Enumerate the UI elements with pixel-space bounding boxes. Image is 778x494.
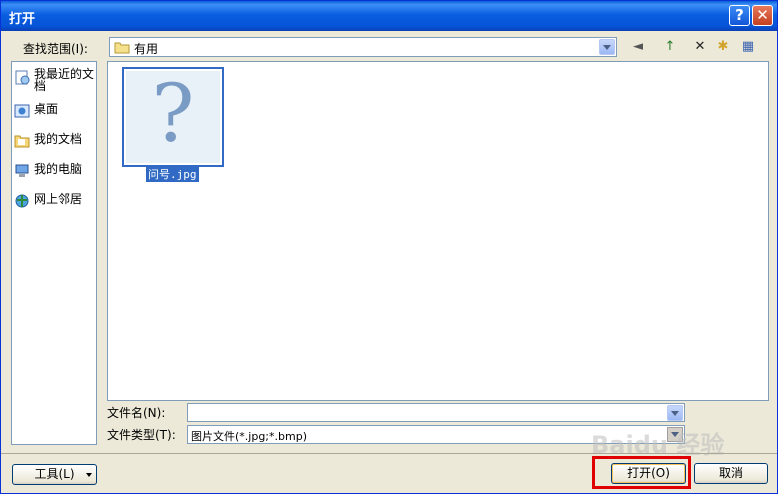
filetype-value: 图片文件(*.jpg;*.bmp) [191, 430, 307, 443]
divider [1, 453, 777, 454]
image-preview: ? [126, 67, 220, 163]
place-label: 网上邻居 [34, 192, 83, 206]
baidu-watermark: Baidu 经验 [591, 431, 725, 459]
question-mark-image: ? [151, 67, 195, 160]
filename-label: 文件名(N): [107, 406, 166, 420]
filename-input[interactable] [187, 403, 685, 422]
open-button[interactable]: 打开(O) [611, 463, 686, 484]
look-in-combo[interactable]: 有用 [109, 37, 617, 57]
up-folder-icon[interactable]: ↑ [661, 39, 679, 55]
my-computer-icon [15, 164, 29, 177]
help-button[interactable]: ? [729, 5, 750, 26]
new-folder-icon[interactable]: ✱ [714, 39, 732, 55]
window-title: 打开 [9, 12, 36, 27]
look-in-value: 有用 [134, 42, 159, 56]
recent-docs-icon [15, 70, 30, 85]
filetype-label: 文件类型(T): [107, 428, 176, 442]
file-name-label[interactable]: 问号.jpg [146, 166, 199, 182]
places-bar: 我最近的文档 桌面 我的文档 我的电脑 网上邻居 [11, 61, 97, 445]
open-dialog: 打开 ? ✕ 查找范围(I): 有用 ◄ ↑ ✕ ✱ ▦ 我最近的文档 桌面 我… [0, 0, 778, 494]
place-label: 我最近的文档 [34, 67, 95, 93]
delete-icon[interactable]: ✕ [691, 39, 709, 55]
folder-icon [114, 42, 130, 54]
title-bar[interactable]: 打开 ? ✕ [1, 1, 777, 31]
my-documents-icon [14, 135, 30, 148]
place-label: 桌面 [34, 102, 59, 116]
place-label: 我的电脑 [34, 162, 83, 176]
tools-button[interactable]: 工具(L) [12, 464, 97, 485]
desktop-icon [14, 104, 30, 118]
close-button[interactable]: ✕ [752, 5, 773, 26]
views-menu-icon[interactable]: ▦ [739, 39, 757, 55]
back-icon[interactable]: ◄ [629, 39, 647, 55]
cancel-button[interactable]: 取消 [694, 463, 768, 484]
network-places-icon [15, 194, 29, 208]
caret-down-icon [86, 473, 92, 477]
place-label: 我的文档 [34, 132, 83, 146]
look-in-label: 查找范围(I): [23, 42, 88, 56]
file-list[interactable]: ? 问号.jpg [107, 61, 769, 401]
chevron-down-icon[interactable] [599, 39, 615, 55]
chevron-down-icon[interactable] [667, 405, 683, 421]
file-thumbnail[interactable]: ? [122, 67, 224, 167]
tools-label: 工具(L) [34, 467, 75, 481]
